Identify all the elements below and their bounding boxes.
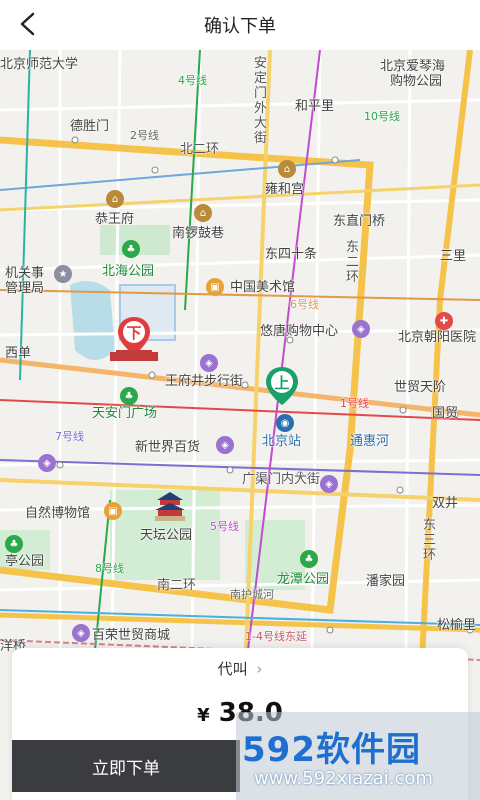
map-label: 雍和宫 bbox=[265, 182, 305, 197]
poi-shopping-icon: ◈ bbox=[200, 354, 218, 372]
map-label: 通惠河 bbox=[350, 434, 390, 449]
map-label: 6号线 bbox=[290, 298, 319, 311]
map-label: 松榆里 bbox=[437, 618, 477, 633]
poi-station-icon: ◉ bbox=[276, 414, 294, 432]
map-label: 新世界百货 bbox=[135, 440, 201, 455]
map-label: 恭王府 bbox=[95, 212, 135, 227]
map-label: 北京站 bbox=[262, 434, 302, 449]
map-label: 4号线 bbox=[178, 74, 207, 87]
poi-shopping-icon: ◈ bbox=[320, 475, 338, 493]
poi-museum-icon: ▣ bbox=[104, 502, 122, 520]
submit-order-button[interactable]: 立即下单 bbox=[12, 740, 240, 792]
map-label: 5号线 bbox=[210, 520, 239, 533]
map-label: 1号线 bbox=[340, 397, 369, 410]
poi-hospital-icon: ✚ bbox=[435, 312, 453, 330]
poi-park-icon: ♣ bbox=[122, 240, 140, 258]
service-type-label: 代叫 bbox=[217, 660, 248, 678]
poi-museum-icon: ▣ bbox=[206, 278, 224, 296]
chevron-right-icon: › bbox=[256, 660, 263, 678]
map-label: 1-4号线东延 bbox=[245, 630, 307, 643]
map-label: 广渠门内大街 bbox=[242, 472, 321, 487]
map-label: 东直门桥 bbox=[333, 214, 386, 229]
temple-of-heaven-icon bbox=[155, 492, 185, 521]
map-label: 管理局 bbox=[5, 281, 45, 296]
map-label: 北二环 bbox=[180, 142, 220, 157]
poi-temple-icon: ⌂ bbox=[278, 160, 296, 178]
map-label: 南护城河 bbox=[230, 588, 274, 601]
map-label: 7号线 bbox=[55, 430, 84, 443]
map-label: 2号线 bbox=[130, 129, 159, 142]
service-type-link[interactable]: 代叫 › bbox=[12, 658, 468, 679]
map-label: 北海公园 bbox=[102, 264, 155, 279]
back-arrow-icon bbox=[20, 12, 35, 36]
nav-header: 确认下单 bbox=[0, 0, 480, 50]
map-label: 安定门外大街 bbox=[254, 56, 268, 146]
map-label: 三里 bbox=[440, 249, 467, 264]
map-label: 西单 bbox=[5, 346, 32, 361]
map-label: 潘家园 bbox=[366, 574, 406, 589]
map-label: 百荣世贸商城 bbox=[92, 628, 171, 643]
map-label: 和平里 bbox=[295, 99, 335, 114]
page-title: 确认下单 bbox=[204, 16, 276, 37]
map-label: 天坛公园 bbox=[140, 528, 193, 543]
map-label: 北京朝阳医院 bbox=[398, 330, 477, 345]
dropoff-building-icon bbox=[110, 350, 158, 361]
dropoff-pin-label: 下 bbox=[126, 324, 141, 342]
poi-star-icon: ★ bbox=[54, 265, 72, 283]
map-label: 自然博物馆 bbox=[25, 506, 91, 521]
map-label: 南二环 bbox=[157, 578, 197, 593]
map-label: 德胜门 bbox=[70, 119, 110, 134]
map-label: 龙潭公园 bbox=[277, 572, 330, 587]
map-label: 中国美术馆 bbox=[230, 280, 296, 295]
map-label: 北京师范大学 bbox=[0, 57, 79, 72]
map-label: 8号线 bbox=[95, 562, 124, 575]
watermark-logo: 592软件园 bbox=[242, 730, 421, 770]
map-label: 天安门广场 bbox=[92, 406, 158, 421]
map-label: 购物公园 bbox=[390, 74, 443, 89]
map-label: 悠唐购物中心 bbox=[260, 324, 339, 339]
map-label: 世贸天阶 bbox=[394, 380, 447, 395]
poi-temple-icon: ⌂ bbox=[194, 204, 212, 222]
poi-park-icon: ♣ bbox=[120, 387, 138, 405]
map-label: 王府井步行街 bbox=[165, 374, 244, 389]
map-label: 10号线 bbox=[364, 110, 400, 123]
poi-shopping-icon: ◈ bbox=[216, 436, 234, 454]
poi-park-icon: ♣ bbox=[300, 550, 318, 568]
map-label: 国贸 bbox=[432, 406, 459, 421]
currency-symbol: ¥ bbox=[197, 705, 210, 726]
map-label: 东三环 bbox=[423, 518, 437, 563]
poi-shopping-icon: ◈ bbox=[38, 454, 56, 472]
map-label: 东二环 bbox=[346, 240, 360, 285]
poi-shopping-icon: ◈ bbox=[72, 624, 90, 642]
poi-shopping-icon: ◈ bbox=[352, 320, 370, 338]
map-label: 南锣鼓巷 bbox=[172, 226, 225, 241]
pickup-pin-icon: 上 bbox=[266, 367, 298, 405]
poi-park-icon: ♣ bbox=[5, 535, 23, 553]
pickup-pin-label: 上 bbox=[274, 374, 289, 392]
back-button[interactable] bbox=[12, 8, 44, 40]
map-label: 亭公园 bbox=[5, 554, 45, 569]
map-label: 双井 bbox=[432, 496, 459, 511]
poi-temple-icon: ⌂ bbox=[106, 190, 124, 208]
watermark-url: www.592xiazai.com bbox=[254, 768, 433, 789]
map-label: 东四十条 bbox=[265, 247, 318, 262]
